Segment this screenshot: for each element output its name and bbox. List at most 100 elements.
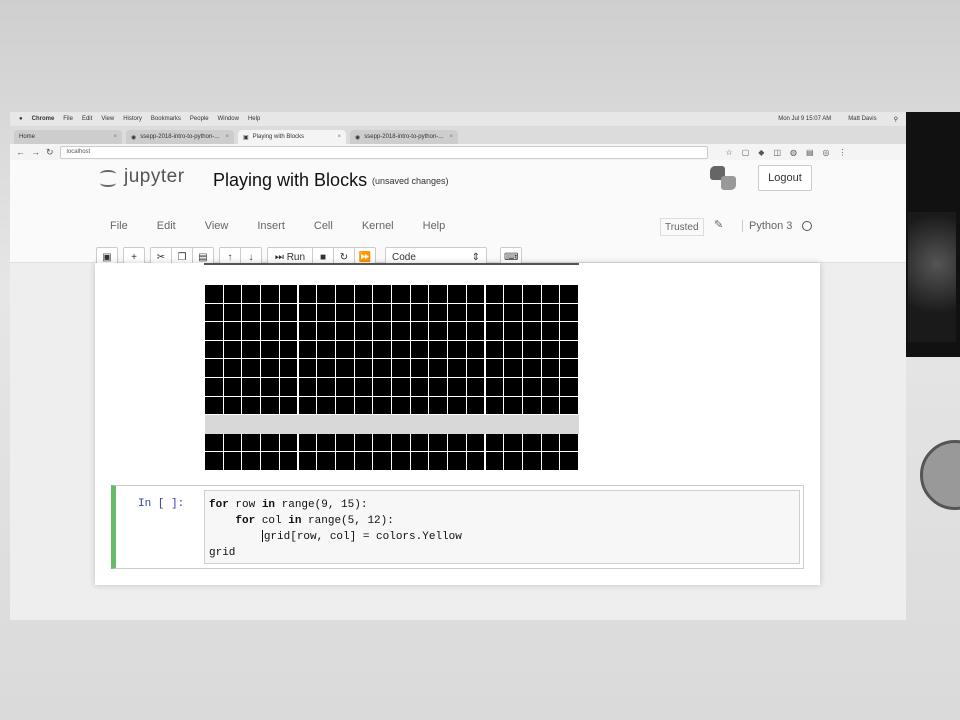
forward-icon[interactable]: → [31,147,40,157]
grid-block [504,322,522,340]
grid-block [429,396,448,415]
grid-block [242,340,261,359]
notebook-title[interactable]: Playing with Blocks [213,170,367,191]
pencil-icon[interactable]: ✎ [714,218,723,231]
star-icon[interactable]: ☆ [726,148,733,157]
grid-block [373,340,391,359]
grid-block [335,396,354,415]
grid-block [354,285,373,303]
grid-block [504,396,522,415]
menu-history[interactable]: History [123,116,142,122]
close-icon[interactable]: × [337,134,341,140]
grid-block [522,396,541,415]
trusted-indicator[interactable]: Trusted [660,218,704,236]
grid-block [410,433,429,452]
grid-block [466,340,485,359]
grid-block [466,452,485,470]
code-editor[interactable]: for row in range(9, 15): for col in rang… [204,490,800,564]
grid-block [373,322,391,340]
extension-icon[interactable]: ▤ [806,148,814,157]
grid-block [242,396,261,415]
back-icon[interactable]: ← [16,147,25,157]
tab-home[interactable]: Home × [14,130,122,144]
jupyter-logo-text: jupyter [124,166,185,187]
grid-block [373,303,391,322]
menu-view[interactable]: View [205,220,229,232]
extension-icon[interactable]: ◆ [758,148,764,157]
extension-icon[interactable]: ▢ [742,148,750,157]
grid-block [429,285,448,303]
menu-cell[interactable]: Cell [314,220,333,232]
menu-insert[interactable]: Insert [257,220,285,232]
tab-github-2[interactable]: ◉ ssepp-2018-intro-to-python-... × [350,130,458,144]
grid-block [522,303,541,322]
menu-edit[interactable]: Edit [157,220,176,232]
reload-icon[interactable]: ↻ [46,147,54,158]
close-icon[interactable]: × [225,134,229,140]
grid-block [335,303,354,322]
grid-block [392,303,410,322]
grid-block [242,452,261,470]
close-icon[interactable]: × [449,134,453,140]
grid-block [298,322,317,340]
grid-block [410,322,429,340]
logout-button[interactable]: Logout [758,165,812,191]
menu-view[interactable]: View [101,116,114,122]
select-arrows-icon: ⇕ [471,251,480,263]
grid-block [429,378,448,396]
grid-block [466,322,485,340]
kernel-name: Python 3 [742,220,792,232]
grid-block [504,340,522,359]
grid-block [429,322,448,340]
copy-icon: ❐ [177,251,187,263]
extension-icon[interactable]: ◫ [773,148,781,157]
menu-bookmarks[interactable]: Bookmarks [151,116,181,122]
search-icon[interactable]: ⚲ [894,116,898,123]
menu-help[interactable]: Help [248,116,260,122]
grid-block [261,359,279,377]
grid-block [223,285,242,303]
grid-block [261,452,279,470]
grid-block [485,322,504,340]
mac-menubar: ● Chrome File Edit View History Bookmark… [10,112,906,126]
tab-github-1[interactable]: ◉ ssepp-2018-intro-to-python-... × [126,130,234,144]
grid-block [485,285,504,303]
grid-block [279,340,298,359]
grid-block [354,378,373,396]
grid-block [448,340,466,359]
jupyter-logo[interactable]: jupyter [98,166,185,188]
menu-chrome[interactable]: Chrome [32,116,55,122]
menu-file[interactable]: File [63,116,73,122]
menu-window[interactable]: Window [218,116,239,122]
apple-icon[interactable]: ● [19,116,23,122]
grid-block [522,378,541,396]
code-line: grid [209,547,236,559]
grid-block [223,433,242,452]
grid-block [354,396,373,415]
url-field[interactable]: localhost [59,145,708,159]
menu-edit[interactable]: Edit [82,116,92,122]
address-bar-row: ← → ↻ localhost ☆ ▢ ◆ ◫ ◍ ▤ ◎ ⋮ [10,144,906,161]
code-cell[interactable]: In [ ]: for row in range(9, 15): for col… [111,485,804,569]
arrow-up-icon: ↑ [227,251,233,263]
grid-block [504,285,522,303]
grid-block [373,452,391,470]
extension-icon[interactable]: ◍ [790,148,797,157]
close-icon[interactable]: × [113,134,117,140]
menu-help[interactable]: Help [423,220,446,232]
menu-kebab-icon[interactable]: ⋮ [839,148,847,157]
user-name[interactable]: Matt Davis [848,116,876,123]
grid-block [373,396,391,415]
grid-block [410,285,429,303]
tab-playing-with-blocks[interactable]: ▣ Playing with Blocks × [238,130,346,144]
extension-icon[interactable]: ◎ [823,148,830,157]
grid-block [205,396,223,415]
grid-block [466,433,485,452]
grid-block [317,322,335,340]
grid-block [485,378,504,396]
url-text: localhost [66,149,91,155]
grid-block [541,433,560,452]
menu-file[interactable]: File [110,220,128,232]
menu-kernel[interactable]: Kernel [362,220,394,232]
menu-people[interactable]: People [190,116,209,122]
